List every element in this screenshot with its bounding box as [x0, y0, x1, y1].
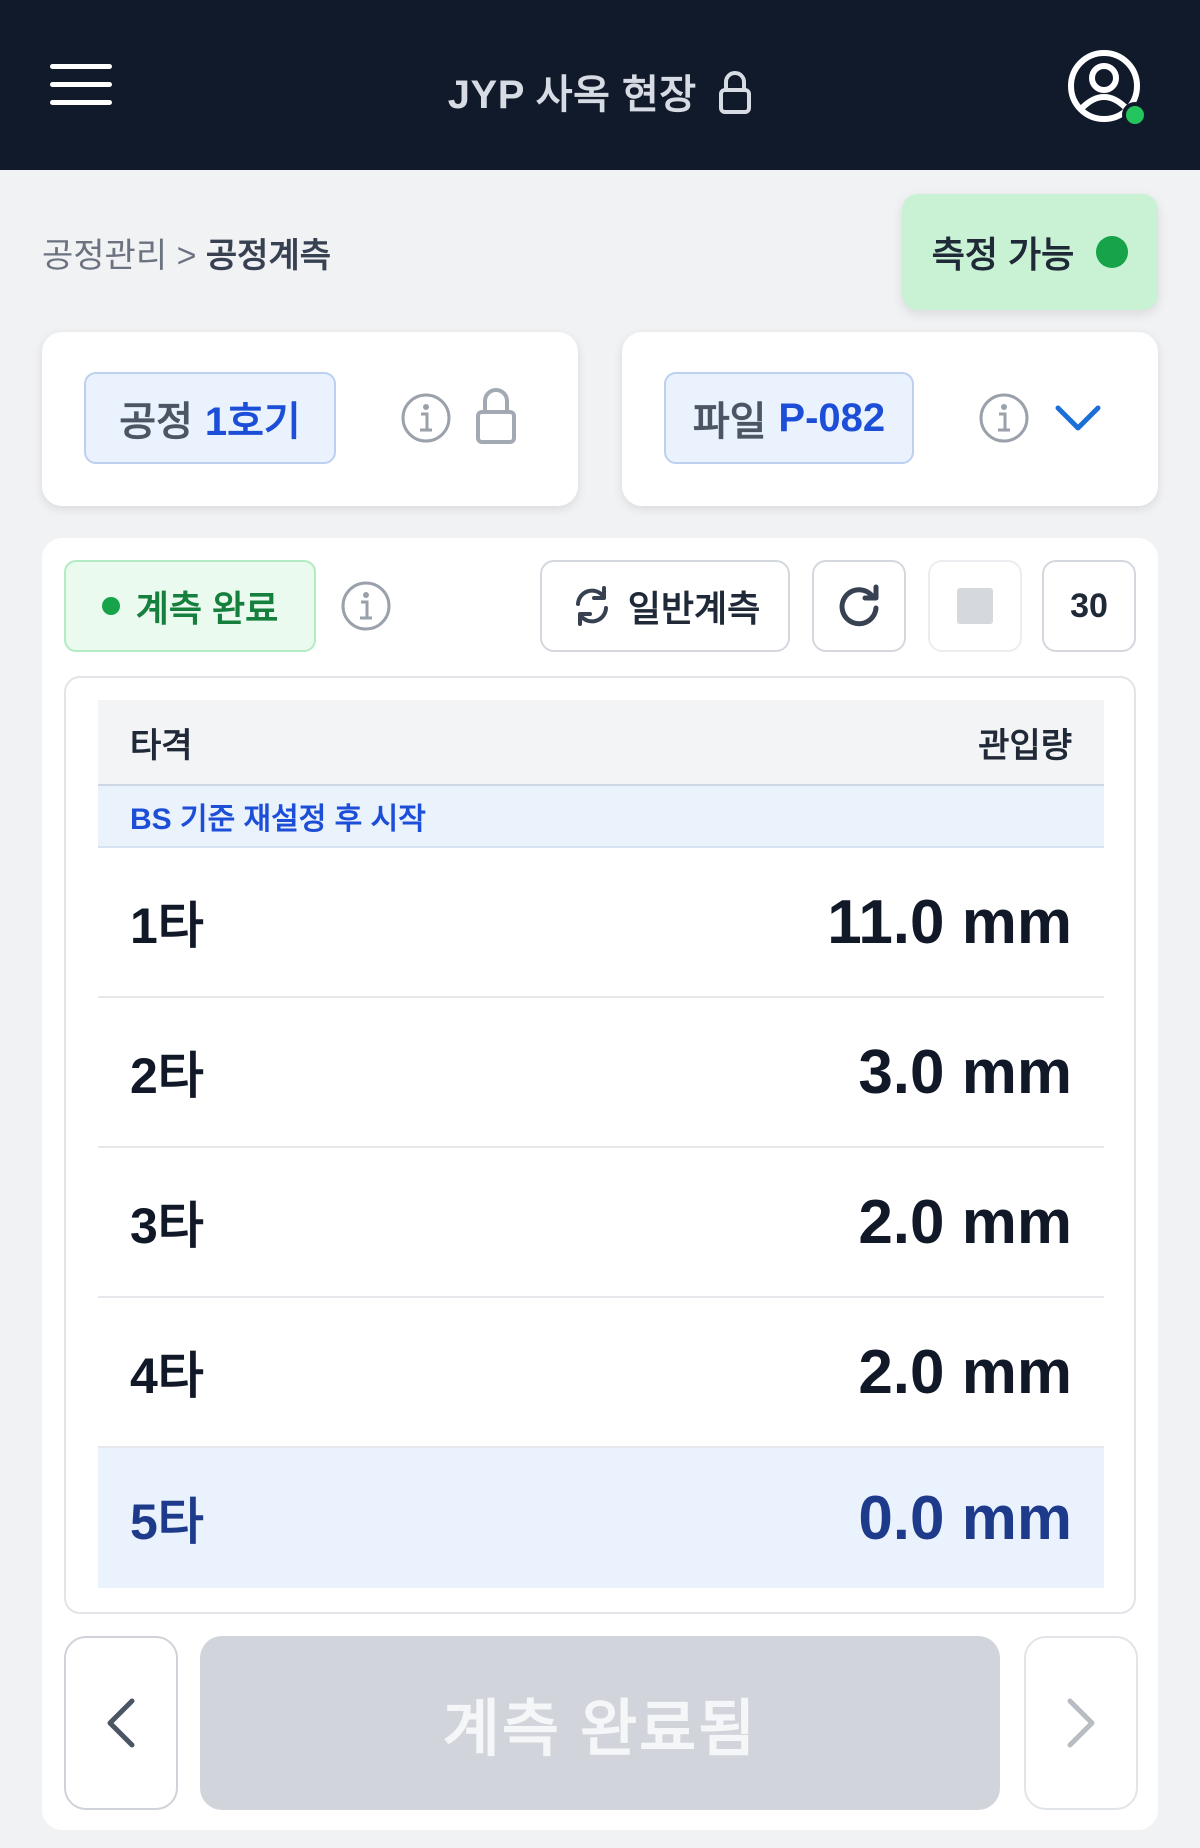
measure-status-label: 측정 가능: [931, 234, 1075, 275]
breadcrumb-separator: >: [176, 237, 197, 275]
process-chip[interactable]: 공정 1호기: [84, 372, 336, 464]
process-selector-card: 공정 1호기: [42, 332, 578, 506]
lock-icon: [474, 386, 518, 446]
penetration-value: 2.0 mm: [858, 1187, 1072, 1257]
status-dot: [1096, 236, 1129, 268]
breadcrumb-parent[interactable]: 공정관리: [42, 237, 167, 275]
blow-label: 3타: [130, 1198, 204, 1254]
blow-label: 5타: [130, 1494, 204, 1550]
lock-icon: [718, 70, 752, 124]
column-header-penetration: 관입량: [978, 726, 1072, 765]
pile-selector-card[interactable]: 파일 P-082: [622, 332, 1158, 506]
table-note: BS 기준 재설정 후 시작: [98, 786, 1104, 848]
table-header: 타격 관입량: [98, 700, 1104, 786]
measure-complete-label: 계측 완료됨: [442, 1695, 758, 1764]
chevron-down-icon[interactable]: [1054, 398, 1102, 438]
breadcrumb: 공정관리 > 공정계측: [42, 228, 331, 277]
refresh-button[interactable]: [812, 560, 906, 652]
blow-table: 타격 관입량 BS 기준 재설정 후 시작 1타 11.0 mm 2타 3.0 …: [64, 676, 1136, 1614]
penetration-value: 2.0 mm: [858, 1337, 1072, 1407]
online-status-dot: [1122, 102, 1148, 128]
measure-mode-label: 일반계측: [627, 588, 761, 629]
blow-label: 2타: [130, 1048, 204, 1104]
count-button[interactable]: 30: [1042, 560, 1136, 652]
app-header: JYP 사옥 현장: [0, 0, 1200, 170]
chevron-left-icon: [107, 1698, 135, 1748]
state-dot: [101, 597, 120, 615]
table-row[interactable]: 3타 2.0 mm: [98, 1148, 1104, 1298]
count-value: 30: [1070, 586, 1108, 625]
measure-state-label: 계측 완료: [135, 588, 279, 629]
table-row-active[interactable]: 5타 0.0 mm: [98, 1448, 1104, 1588]
info-icon[interactable]: [978, 392, 1030, 444]
next-button[interactable]: [1024, 1636, 1138, 1810]
measure-state-badge: 계측 완료: [64, 560, 316, 652]
process-value: 1호기: [204, 400, 301, 444]
measure-status-badge: 측정 가능: [902, 194, 1158, 310]
table-row[interactable]: 2타 3.0 mm: [98, 998, 1104, 1148]
penetration-value: 0.0 mm: [858, 1483, 1072, 1553]
pile-prefix: 파일: [692, 400, 767, 444]
site-title-text: JYP 사옥 현장: [447, 73, 697, 117]
chevron-right-icon: [1067, 1698, 1095, 1748]
pile-value: P-082: [778, 395, 886, 440]
site-title: JYP 사옥 현장: [0, 62, 1200, 124]
measure-complete-button[interactable]: 계측 완료됨: [200, 1636, 1000, 1810]
stop-icon: [957, 588, 993, 624]
blow-label: 1타: [130, 898, 204, 954]
profile-button[interactable]: [1066, 48, 1148, 128]
column-header-blow: 타격: [130, 726, 193, 765]
refresh-icon: [839, 584, 879, 627]
sync-icon: [575, 586, 608, 626]
info-icon[interactable]: [400, 392, 452, 444]
stop-button[interactable]: [928, 560, 1022, 652]
measurement-panel: 계측 완료 일반계측 30 타격 관입량 BS 기준 재설정 후 시작 1타 1…: [42, 538, 1158, 1830]
table-row[interactable]: 4타 2.0 mm: [98, 1298, 1104, 1448]
table-rows: 1타 11.0 mm 2타 3.0 mm 3타 2.0 mm 4타 2.0 mm…: [98, 848, 1104, 1588]
info-icon[interactable]: [340, 580, 392, 632]
table-row[interactable]: 1타 11.0 mm: [98, 848, 1104, 998]
pile-chip[interactable]: 파일 P-082: [664, 372, 914, 464]
penetration-value: 11.0 mm: [827, 887, 1072, 957]
measure-mode-button[interactable]: 일반계측: [540, 560, 790, 652]
blow-label: 4타: [130, 1348, 204, 1404]
process-prefix: 공정: [119, 400, 193, 444]
breadcrumb-current: 공정계측: [205, 237, 332, 275]
previous-button[interactable]: [64, 1636, 178, 1810]
table-note-text: BS 기준 재설정 후 시작: [130, 803, 426, 836]
penetration-value: 3.0 mm: [858, 1037, 1072, 1107]
